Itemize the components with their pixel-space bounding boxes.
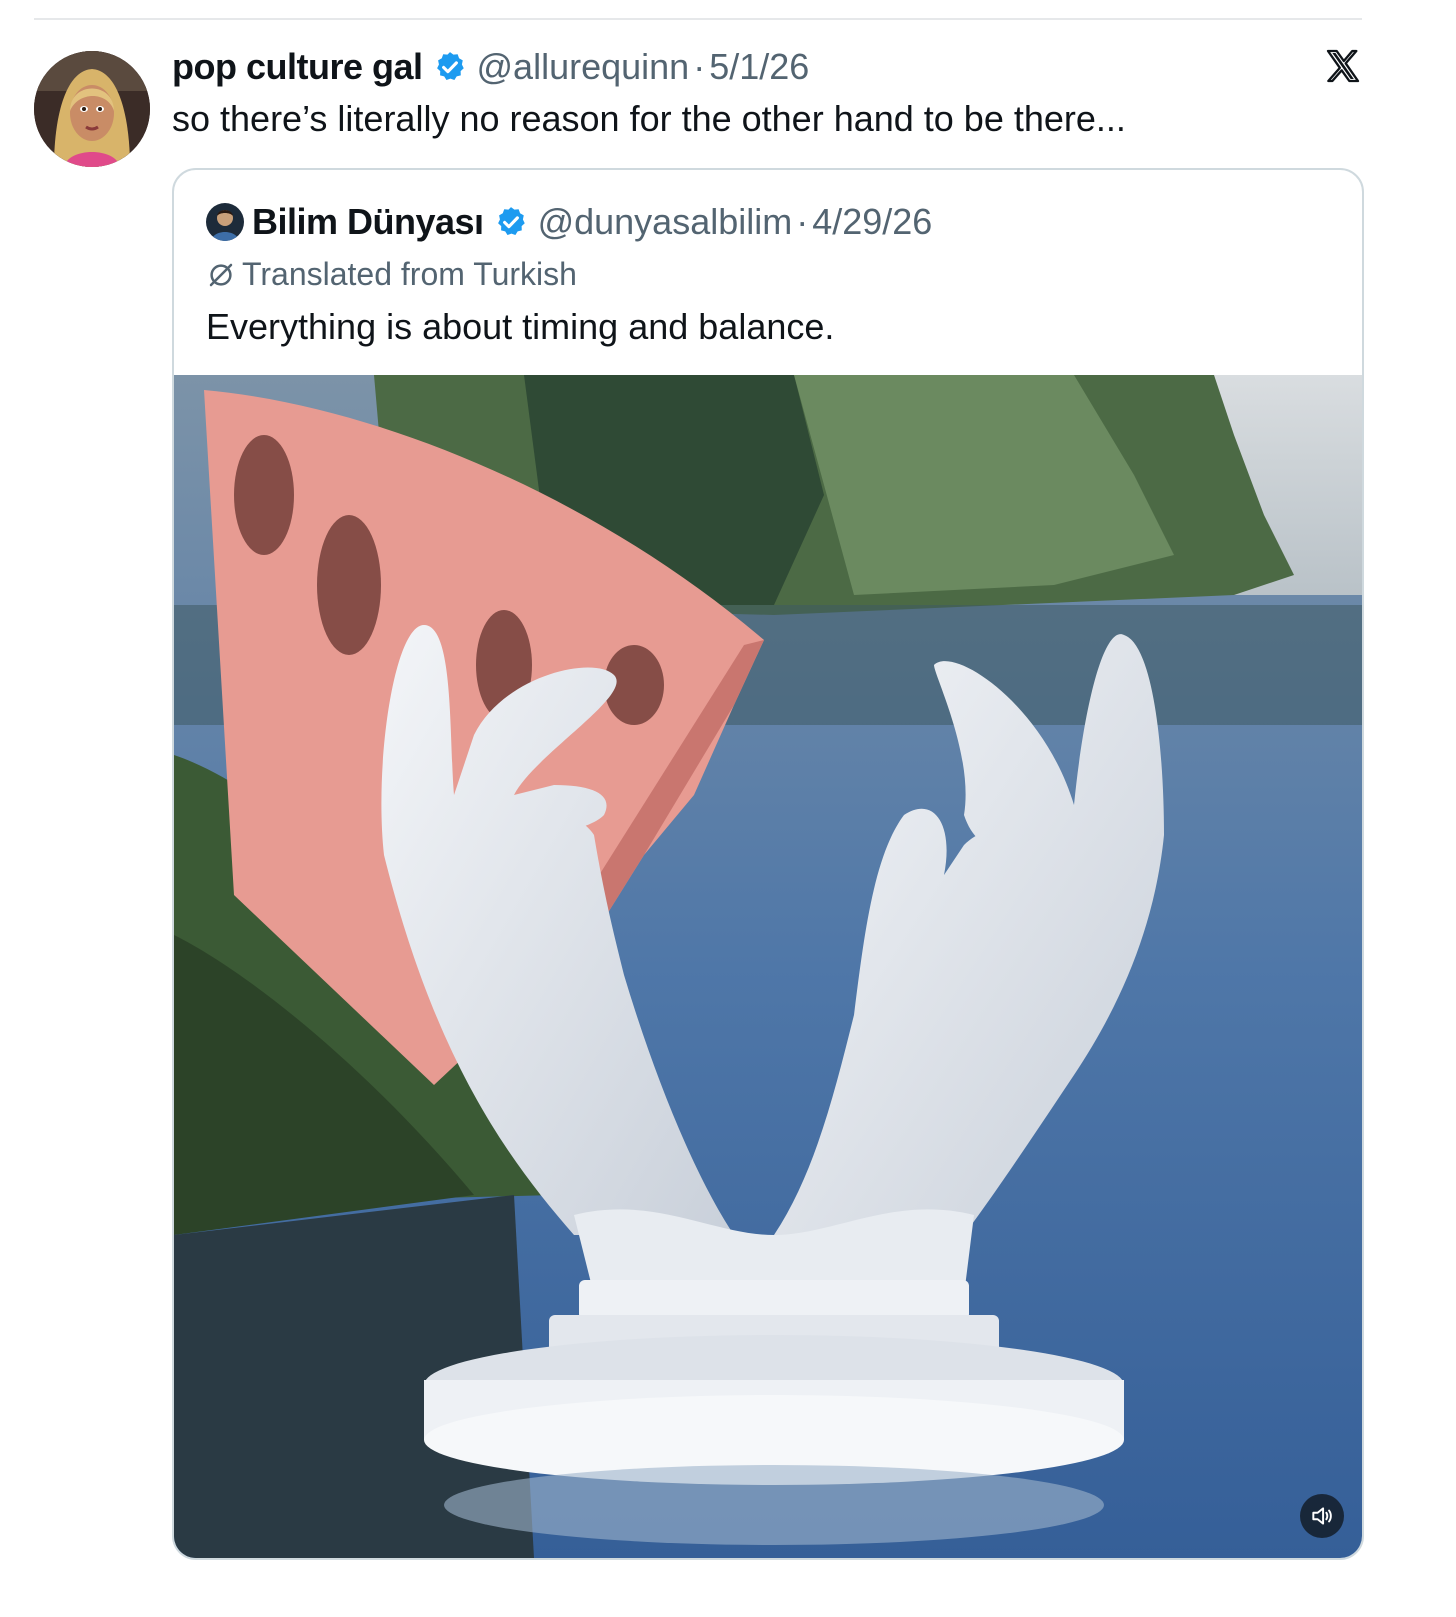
tweet-header: pop culture gal @allurequinn · 5/1/26 <box>172 42 809 92</box>
quoted-tweet-card[interactable]: Bilim Dünyası @dunyasalbilim · 4/29/26 T… <box>172 168 1364 1560</box>
tweet-text: so there’s literally no reason for the o… <box>172 98 1126 139</box>
quoted-author-avatar[interactable] <box>206 203 244 241</box>
verified-badge-icon <box>494 205 528 239</box>
speaker-icon <box>1309 1503 1335 1529</box>
author-avatar[interactable] <box>34 51 150 167</box>
tweet-date[interactable]: 5/1/26 <box>709 46 809 88</box>
header-separator: · <box>693 46 706 87</box>
sound-toggle-button[interactable] <box>1300 1494 1344 1538</box>
quoted-tweet-video[interactable] <box>174 375 1362 1558</box>
verified-badge-icon <box>433 50 467 84</box>
x-logo-icon[interactable] <box>1323 46 1363 86</box>
quoted-tweet-header: Bilim Dünyası @dunyasalbilim · 4/29/26 <box>206 198 932 246</box>
quoted-author-handle[interactable]: @dunyasalbilim <box>538 201 793 243</box>
translation-note[interactable]: Translated from Turkish <box>206 256 577 293</box>
author-handle[interactable]: @allurequinn <box>477 46 690 88</box>
translation-note-label: Translated from Turkish <box>242 256 577 292</box>
quoted-tweet-date[interactable]: 4/29/26 <box>812 201 932 243</box>
top-divider <box>34 18 1362 20</box>
translate-icon <box>206 260 236 290</box>
quoted-tweet-text: Everything is about timing and balance. <box>206 306 835 347</box>
quoted-header-separator: · <box>796 201 809 242</box>
quoted-author-display-name[interactable]: Bilim Dünyası <box>252 201 484 243</box>
author-display-name[interactable]: pop culture gal <box>172 46 423 88</box>
